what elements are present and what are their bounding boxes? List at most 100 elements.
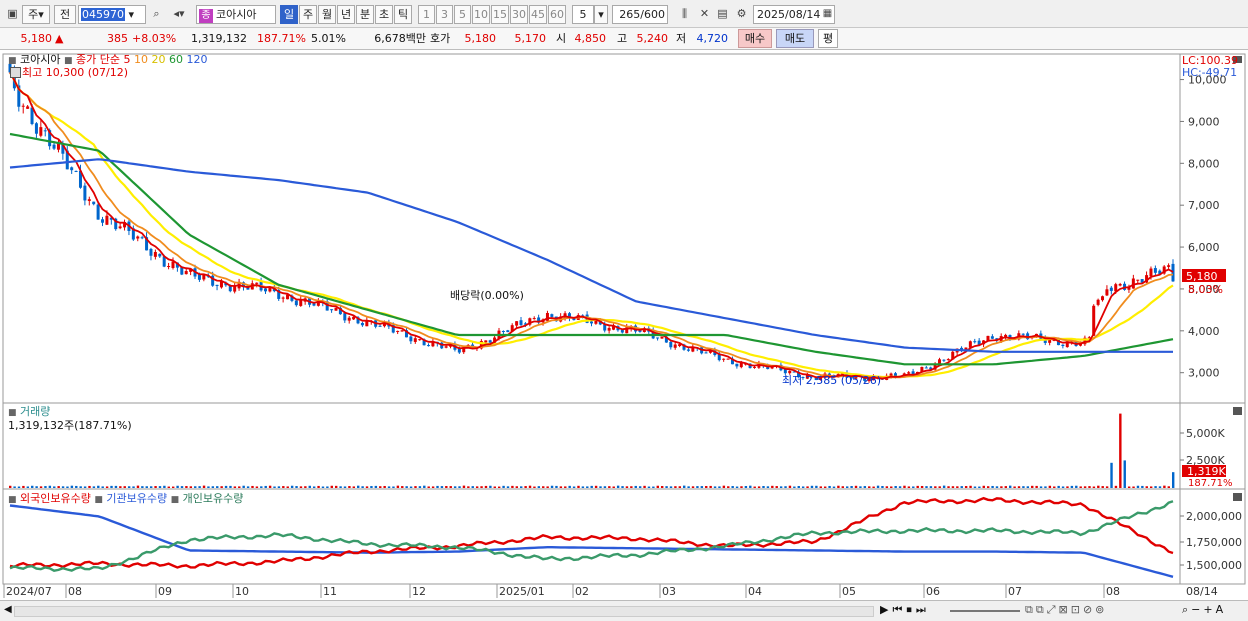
candle-body	[149, 248, 153, 256]
volume-bar	[577, 485, 580, 488]
x-tick-label: 11	[323, 585, 337, 598]
interval-button-60[interactable]: 60	[548, 5, 566, 24]
volume-bar	[1000, 486, 1003, 488]
period-tab-5[interactable]: 초	[375, 5, 393, 24]
interval-button-30[interactable]: 30	[510, 5, 528, 24]
volume-bar	[229, 485, 232, 488]
prev-button[interactable]: 전	[54, 5, 76, 24]
period-tab-2[interactable]: 월	[318, 5, 336, 24]
volume-bar	[211, 486, 215, 488]
volume-bar	[401, 486, 404, 488]
gear-icon[interactable]: ⚙	[733, 5, 750, 24]
zoom-icon[interactable]: ⌕−+A	[1182, 603, 1226, 617]
volume-bar	[903, 485, 906, 488]
interval-button-3[interactable]: 3	[436, 5, 453, 24]
playback-controls-icon[interactable]: ▶⏮⏹⏭	[880, 603, 930, 617]
volume-bar	[251, 485, 254, 488]
count-input[interactable]: 265/600	[612, 5, 668, 24]
current-price: 5,180	[20, 32, 53, 45]
period-tab-0[interactable]: 일	[280, 5, 298, 24]
chart-canvas[interactable]: 10,0009,0008,0007,0006,0005,0004,0003,00…	[0, 51, 1248, 601]
candle-body	[171, 261, 175, 269]
x-tick-label: 2024/07	[6, 585, 52, 598]
volume-bar	[35, 486, 38, 488]
expand-icon[interactable]	[10, 67, 21, 78]
search-icon[interactable]: ⌕	[148, 5, 165, 24]
volume-bar	[423, 485, 426, 488]
candle-body	[990, 336, 994, 339]
turnover-percent: 5.01%	[311, 32, 346, 45]
volume-bar	[1079, 486, 1082, 488]
open-label: 시	[556, 32, 567, 45]
volume-bar	[603, 486, 607, 488]
count-total: /600	[640, 8, 665, 21]
volume-bar	[735, 486, 739, 488]
volume-bar	[766, 486, 770, 488]
volume-bar	[1172, 472, 1175, 488]
scrollbar-track[interactable]	[14, 606, 874, 617]
volume-bar	[515, 486, 519, 488]
interval-button-15[interactable]: 15	[491, 5, 509, 24]
candle-icon[interactable]: ⫼	[676, 5, 693, 24]
stock-type-badge: 종	[199, 9, 213, 23]
volume-bar	[79, 486, 82, 488]
period-tab-4[interactable]: 분	[356, 5, 374, 24]
period-tab-1[interactable]: 주	[299, 5, 317, 24]
volume-bar	[1123, 460, 1126, 488]
volume-bar	[520, 486, 523, 488]
stock-code-input[interactable]: 045970 ▾	[78, 5, 146, 24]
evaluate-button[interactable]: 평	[818, 29, 838, 48]
volume-bar	[687, 486, 690, 488]
interval-button-45[interactable]: 45	[529, 5, 547, 24]
volume-bar	[110, 485, 113, 488]
volume-bar	[916, 485, 919, 488]
candle-body	[907, 372, 911, 374]
volume-bar	[1158, 486, 1162, 488]
interval-button-1[interactable]: 1	[418, 5, 435, 24]
volume-bar	[876, 485, 880, 488]
speaker-icon[interactable]: ◂▾	[166, 5, 192, 24]
volume-bar	[145, 486, 148, 488]
candle-body	[197, 274, 201, 280]
last-pct-tag: 8.03%	[1188, 283, 1223, 296]
candle-body	[686, 349, 690, 351]
layout-icon[interactable]: ▣	[4, 5, 21, 24]
volume-bar	[238, 486, 241, 488]
legend-marker-icon: ■	[8, 495, 17, 505]
volume-bar	[273, 486, 276, 488]
buy-button[interactable]: 매수	[738, 29, 772, 48]
price-tick-label: 3,000	[1188, 367, 1220, 380]
period-tab-3[interactable]: 년	[337, 5, 355, 24]
save-icon[interactable]: ▤	[714, 5, 731, 24]
scroll-left-icon[interactable]: ◀	[4, 604, 12, 615]
candle-body	[1149, 268, 1153, 277]
volume-bar	[1163, 485, 1166, 488]
volume-bar	[260, 486, 263, 488]
volume-bar	[616, 485, 620, 488]
calendar-icon[interactable]: ▦	[819, 5, 836, 24]
compare-icon[interactable]: ✕	[696, 5, 713, 24]
stock-name-box[interactable]: 종 코아시아	[196, 5, 276, 24]
candle-body	[418, 339, 422, 341]
candle-body	[1096, 299, 1100, 305]
tools-icon[interactable]: ⧉⧉⤢⊠⊡⊘⊚	[1025, 603, 1107, 617]
candle-body	[343, 313, 347, 321]
sell-button[interactable]: 매도	[776, 29, 814, 48]
volume-bar	[127, 486, 131, 488]
volume-bar	[1092, 486, 1096, 488]
jump-select[interactable]: 주▾	[22, 5, 50, 24]
interval-button-5[interactable]: 5	[454, 5, 471, 24]
volume-bar	[1004, 486, 1007, 488]
candle-body	[184, 271, 188, 275]
volume-bar	[801, 486, 805, 488]
volume-bar	[912, 486, 915, 488]
zoom-slider[interactable]	[950, 610, 1020, 612]
volume-bar	[1048, 485, 1052, 488]
volume-bar	[572, 486, 576, 488]
interval-dropdown[interactable]: ▾	[594, 5, 608, 24]
period-tab-6[interactable]: 틱	[394, 5, 412, 24]
volume-bar	[132, 486, 135, 488]
volume-bar	[1022, 486, 1025, 488]
interval-button-10[interactable]: 10	[472, 5, 490, 24]
interval-input[interactable]: 5	[572, 5, 594, 24]
